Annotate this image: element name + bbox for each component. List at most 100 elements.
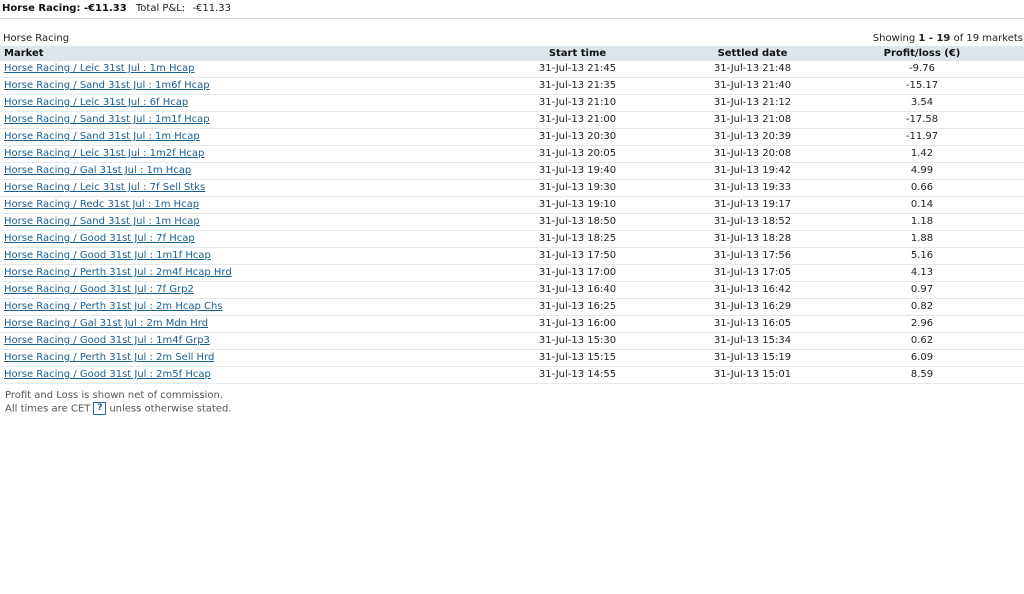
market-cell: Horse Racing / Perth 31st Jul : 2m4f Hca…	[0, 264, 470, 282]
table-row: Horse Racing / Perth 31st Jul : 2m Hcap …	[0, 298, 1024, 316]
profit-loss-cell: -11.97	[820, 128, 1024, 146]
market-link[interactable]: Horse Racing / Perth 31st Jul : 2m4f Hca…	[4, 267, 232, 278]
table-row: Horse Racing / Leic 31st Jul : 6f Hcap 31…	[0, 94, 1024, 112]
column-header-start-time[interactable]: Start time	[470, 46, 685, 61]
start-time-cell: 31-Jul-13 20:30	[470, 128, 685, 146]
market-link[interactable]: Horse Racing / Good 31st Jul : 1m1f Hcap	[4, 250, 211, 261]
settled-date-cell: 31-Jul-13 16:05	[685, 315, 820, 333]
market-cell: Horse Racing / Sand 31st Jul : 1m1f Hcap	[0, 111, 470, 129]
timezone-note-suffix: unless otherwise stated.	[109, 403, 232, 415]
market-link[interactable]: Horse Racing / Perth 31st Jul : 2m Sell …	[4, 352, 214, 363]
market-link[interactable]: Horse Racing / Good 31st Jul : 7f Hcap	[4, 233, 195, 244]
start-time-cell: 31-Jul-13 21:45	[470, 61, 685, 78]
markets-table: Market Start time Settled date Profit/lo…	[0, 46, 1024, 384]
profit-loss-cell: 0.97	[820, 281, 1024, 299]
market-cell: Horse Racing / Good 31st Jul : 1m4f Grp3	[0, 332, 470, 350]
settled-date-cell: 31-Jul-13 20:08	[685, 145, 820, 163]
market-link[interactable]: Horse Racing / Gal 31st Jul : 2m Mdn Hrd	[4, 318, 208, 329]
market-link[interactable]: Horse Racing / Gal 31st Jul : 1m Hcap	[4, 165, 191, 176]
start-time-cell: 31-Jul-13 15:30	[470, 332, 685, 350]
page-title: Horse Racing: -€11.33	[2, 3, 127, 14]
table-row: Horse Racing / Sand 31st Jul : 1m Hcap 31…	[0, 128, 1024, 146]
profit-loss-cell: -9.76	[820, 61, 1024, 78]
market-link[interactable]: Horse Racing / Perth 31st Jul : 2m Hcap …	[4, 301, 223, 312]
profit-loss-cell: -17.58	[820, 111, 1024, 129]
profit-loss-cell: 4.13	[820, 264, 1024, 282]
settled-date-cell: 31-Jul-13 17:56	[685, 247, 820, 265]
start-time-cell: 31-Jul-13 15:15	[470, 349, 685, 367]
profit-loss-cell: 6.09	[820, 349, 1024, 367]
market-link[interactable]: Horse Racing / Redc 31st Jul : 1m Hcap	[4, 199, 199, 210]
market-cell: Horse Racing / Gal 31st Jul : 1m Hcap	[0, 162, 470, 180]
market-cell: Horse Racing / Leic 31st Jul : 1m Hcap	[0, 61, 470, 78]
section-header: Horse Racing Showing 1 - 19 of 19 market…	[0, 32, 1024, 46]
market-link[interactable]: Horse Racing / Sand 31st Jul : 1m Hcap	[4, 131, 200, 142]
table-row: Horse Racing / Perth 31st Jul : 2m Sell …	[0, 349, 1024, 367]
profit-loss-cell: 5.16	[820, 247, 1024, 265]
market-link[interactable]: Horse Racing / Sand 31st Jul : 1m1f Hcap	[4, 114, 210, 125]
start-time-cell: 31-Jul-13 21:00	[470, 111, 685, 129]
market-link[interactable]: Horse Racing / Good 31st Jul : 7f Grp2	[4, 284, 194, 295]
start-time-cell: 31-Jul-13 18:50	[470, 213, 685, 231]
settled-date-cell: 31-Jul-13 19:17	[685, 196, 820, 214]
timezone-note-text: All times are CET	[5, 403, 91, 415]
footnote: Profit and Loss is shown net of commissi…	[0, 389, 1024, 416]
market-link[interactable]: Horse Racing / Leic 31st Jul : 1m2f Hcap	[4, 148, 204, 159]
market-link[interactable]: Horse Racing / Sand 31st Jul : 1m6f Hcap	[4, 80, 210, 91]
table-row: Horse Racing / Good 31st Jul : 1m4f Grp3…	[0, 332, 1024, 350]
table-row: Horse Racing / Gal 31st Jul : 1m Hcap 31-…	[0, 162, 1024, 180]
market-link[interactable]: Horse Racing / Sand 31st Jul : 1m Hcap	[4, 216, 200, 227]
results-count-suffix: of 19 markets	[950, 33, 1023, 44]
table-row: Horse Racing / Redc 31st Jul : 1m Hcap 31…	[0, 196, 1024, 214]
start-time-cell: 31-Jul-13 19:30	[470, 179, 685, 197]
market-link[interactable]: Horse Racing / Leic 31st Jul : 6f Hcap	[4, 97, 188, 108]
table-row: Horse Racing / Perth 31st Jul : 2m4f Hca…	[0, 264, 1024, 282]
table-row: Horse Racing / Sand 31st Jul : 1m Hcap 31…	[0, 213, 1024, 231]
market-link[interactable]: Horse Racing / Leic 31st Jul : 1m Hcap	[4, 63, 194, 74]
settled-date-cell: 31-Jul-13 15:34	[685, 332, 820, 350]
start-time-cell: 31-Jul-13 16:40	[470, 281, 685, 299]
table-row: Horse Racing / Good 31st Jul : 1m1f Hcap…	[0, 247, 1024, 265]
summary-bar: Horse Racing: -€11.33 Total P&L: -€11.33	[0, 0, 1024, 19]
market-cell: Horse Racing / Perth 31st Jul : 2m Hcap …	[0, 298, 470, 316]
settled-date-cell: 31-Jul-13 17:05	[685, 264, 820, 282]
profit-loss-cell: 1.18	[820, 213, 1024, 231]
market-cell: Horse Racing / Good 31st Jul : 1m1f Hcap	[0, 247, 470, 265]
settled-date-cell: 31-Jul-13 21:40	[685, 77, 820, 95]
market-link[interactable]: Horse Racing / Leic 31st Jul : 7f Sell S…	[4, 182, 205, 193]
timezone-note: All times are CET? unless otherwise state…	[5, 402, 1024, 416]
total-pl-label: Total P&L:	[135, 3, 186, 14]
section-title: Horse Racing	[3, 33, 70, 44]
help-icon[interactable]: ?	[93, 402, 107, 415]
market-link[interactable]: Horse Racing / Good 31st Jul : 2m5f Hcap	[4, 369, 211, 380]
settled-date-cell: 31-Jul-13 21:12	[685, 94, 820, 112]
column-header-settled-date[interactable]: Settled date	[685, 46, 820, 61]
settled-date-cell: 31-Jul-13 20:39	[685, 128, 820, 146]
profit-loss-cell: 1.88	[820, 230, 1024, 248]
market-cell: Horse Racing / Redc 31st Jul : 1m Hcap	[0, 196, 470, 214]
start-time-cell: 31-Jul-13 19:10	[470, 196, 685, 214]
start-time-cell: 31-Jul-13 16:00	[470, 315, 685, 333]
market-cell: Horse Racing / Leic 31st Jul : 1m2f Hcap	[0, 145, 470, 163]
table-row: Horse Racing / Sand 31st Jul : 1m1f Hcap…	[0, 111, 1024, 129]
column-header-profit-loss[interactable]: Profit/loss (€)	[820, 46, 1024, 61]
profit-loss-cell: 2.96	[820, 315, 1024, 333]
settled-date-cell: 31-Jul-13 15:19	[685, 349, 820, 367]
market-cell: Horse Racing / Good 31st Jul : 7f Hcap	[0, 230, 470, 248]
profit-loss-cell: -15.17	[820, 77, 1024, 95]
market-link[interactable]: Horse Racing / Good 31st Jul : 1m4f Grp3	[4, 335, 210, 346]
market-cell: Horse Racing / Sand 31st Jul : 1m6f Hcap	[0, 77, 470, 95]
start-time-cell: 31-Jul-13 14:55	[470, 366, 685, 384]
settled-date-cell: 31-Jul-13 21:08	[685, 111, 820, 129]
settled-date-cell: 31-Jul-13 16:29	[685, 298, 820, 316]
start-time-cell: 31-Jul-13 19:40	[470, 162, 685, 180]
column-header-market[interactable]: Market	[0, 46, 470, 61]
market-cell: Horse Racing / Sand 31st Jul : 1m Hcap	[0, 128, 470, 146]
profit-loss-cell: 0.82	[820, 298, 1024, 316]
results-count-range: 1 - 19	[918, 33, 951, 44]
start-time-cell: 31-Jul-13 17:50	[470, 247, 685, 265]
market-cell: Horse Racing / Leic 31st Jul : 7f Sell S…	[0, 179, 470, 197]
profit-loss-cell: 0.66	[820, 179, 1024, 197]
table-row: Horse Racing / Sand 31st Jul : 1m6f Hcap…	[0, 77, 1024, 95]
commission-note: Profit and Loss is shown net of commissi…	[5, 390, 224, 401]
